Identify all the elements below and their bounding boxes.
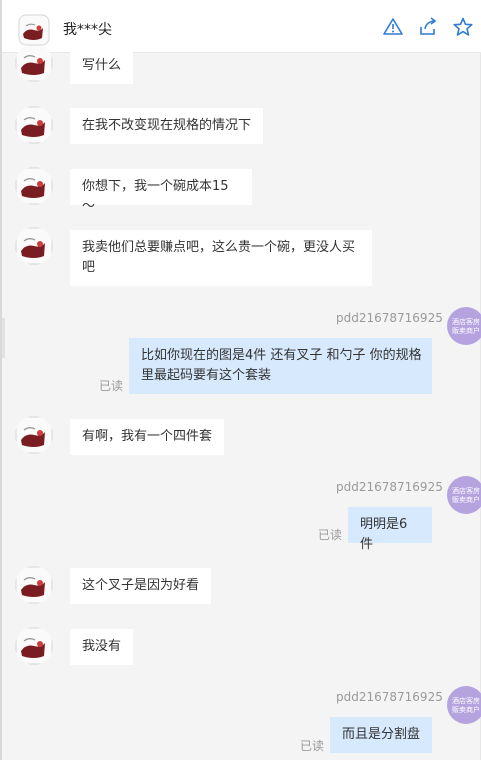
contact-avatar	[15, 167, 53, 205]
message-bubble[interactable]: 这个叉子是因为好看	[70, 568, 211, 604]
chat-header: 我***尖	[2, 0, 481, 53]
message-bubble[interactable]: 我没有	[70, 629, 133, 665]
my-avatar[interactable]: 酒店客房 贩卖商户	[447, 307, 481, 345]
message-bubble[interactable]: 有啊，我有一个四件套	[70, 419, 224, 455]
share-icon[interactable]	[417, 16, 439, 38]
message-bubble[interactable]: 而且是分割盘	[330, 717, 432, 753]
read-status: 已读	[300, 739, 325, 753]
alert-icon[interactable]	[382, 16, 404, 38]
sender-name: pdd21678716925	[336, 480, 443, 494]
contact-avatar-image	[18, 14, 50, 46]
contact-avatar	[15, 566, 53, 604]
sender-name: pdd21678716925	[336, 311, 443, 325]
contact-name: 我***尖	[63, 22, 112, 38]
message-bubble[interactable]: 比如你现在的图是4件 还有叉子 和勺子 你的规格里最起码要有这个套装	[129, 338, 432, 394]
message-bubble[interactable]: 在我不改变现在规格的情况下	[70, 108, 263, 144]
contact-avatar	[15, 416, 53, 454]
message-bubble[interactable]: 写什么	[70, 48, 133, 84]
message-bubble[interactable]: 我卖他们总要赚点吧，这么贵一个碗，更没人买吧	[70, 230, 372, 286]
read-status: 已读	[318, 528, 343, 542]
contact-avatar	[15, 106, 53, 144]
chat-window: 我***尖 写什么 在我不改变现在规格的情况下 你想下，我一个碗成本15～ 我卖…	[0, 0, 481, 760]
message-bubble[interactable]: 你想下，我一个碗成本15～	[70, 169, 252, 214]
my-avatar[interactable]: 酒店客房 贩卖商户	[447, 686, 481, 724]
contact-avatar[interactable]	[18, 14, 50, 46]
contact-avatar	[15, 44, 53, 82]
scroll-edge	[2, 318, 5, 358]
my-avatar[interactable]: 酒店客房 贩卖商户	[447, 476, 481, 514]
read-status: 已读	[99, 379, 124, 393]
star-icon[interactable]	[452, 16, 474, 38]
contact-avatar	[15, 227, 53, 265]
sender-name: pdd21678716925	[336, 690, 443, 704]
message-bubble[interactable]: 明明是6件	[348, 507, 432, 552]
contact-avatar	[15, 627, 53, 665]
